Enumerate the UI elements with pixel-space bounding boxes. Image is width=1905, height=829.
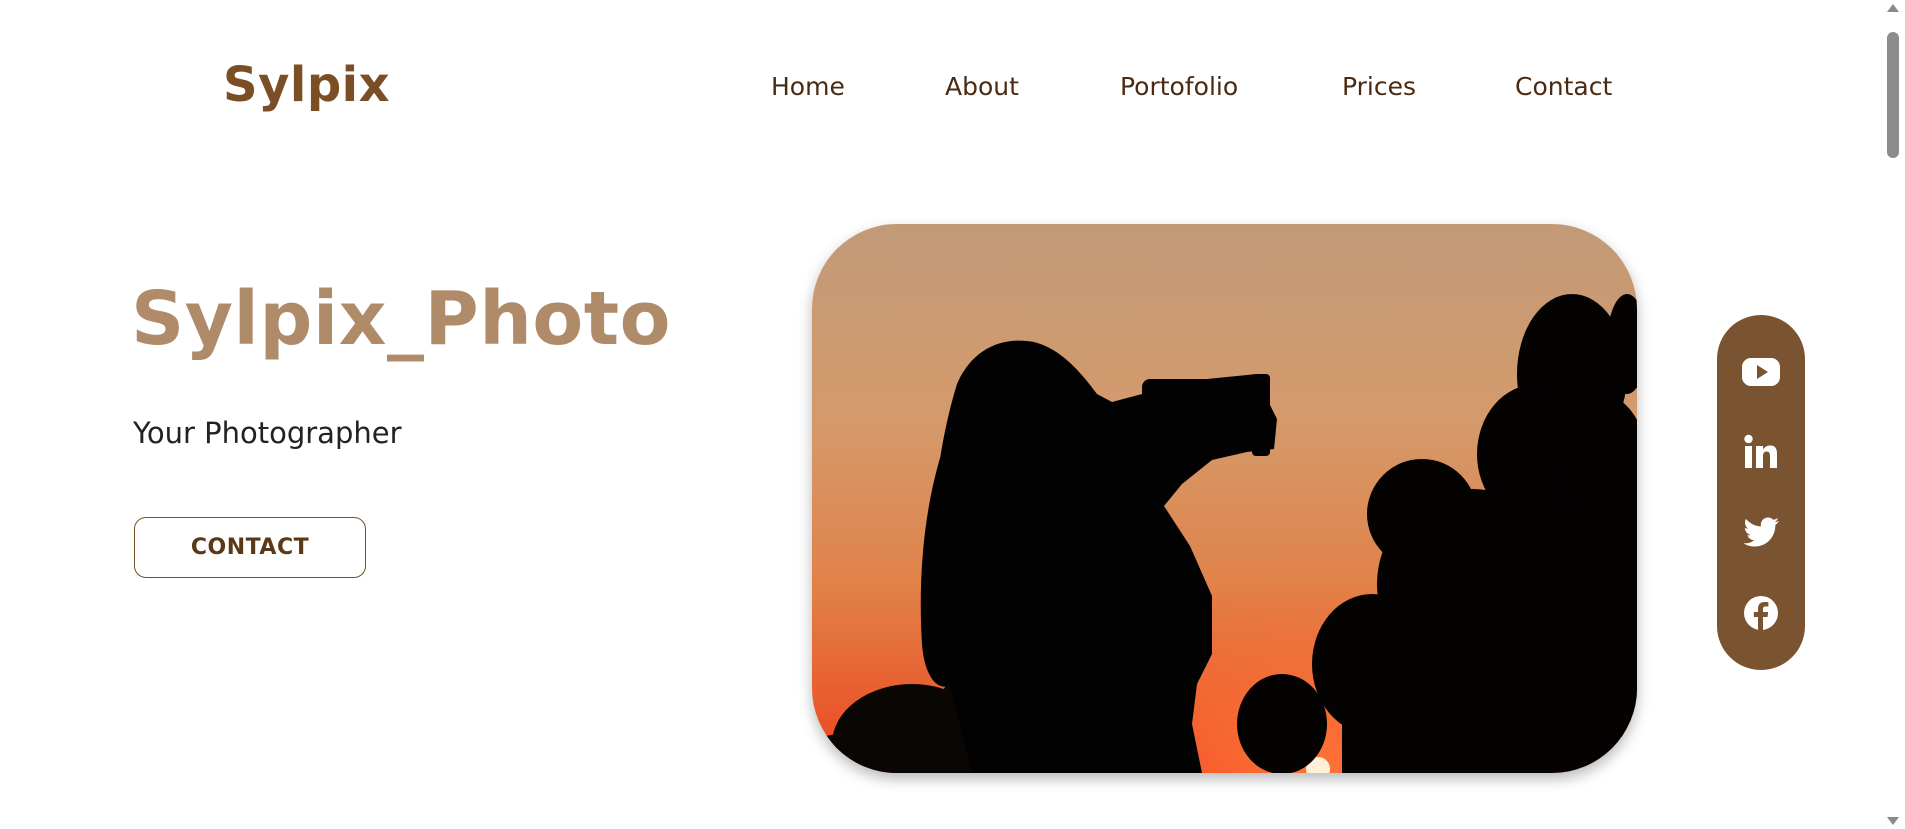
nav-item-about[interactable]: About (945, 72, 1019, 101)
social-bar (1717, 315, 1805, 670)
contact-button[interactable]: CONTACT (134, 517, 366, 578)
photographer-silhouette-image (812, 224, 1637, 773)
nav-item-portfolio[interactable]: Portofolio (1120, 72, 1238, 101)
scroll-down-arrow-icon[interactable] (1887, 817, 1899, 825)
hero-photo (812, 224, 1637, 773)
hero-title: Sylpix_Photo (131, 276, 671, 362)
nav-item-home[interactable]: Home (771, 72, 845, 101)
twitter-icon[interactable] (1741, 513, 1781, 553)
youtube-icon[interactable] (1741, 352, 1781, 392)
nav-item-contact[interactable]: Contact (1515, 72, 1612, 101)
page: Sylpix Home About Portofolio Prices Cont… (0, 0, 1905, 829)
linkedin-icon[interactable] (1741, 432, 1781, 472)
hero-subtitle: Your Photographer (133, 416, 402, 450)
main-nav: Home About Portofolio Prices Contact (0, 72, 1905, 104)
facebook-icon[interactable] (1741, 593, 1781, 633)
vertical-scrollbar[interactable] (1880, 0, 1905, 829)
nav-item-prices[interactable]: Prices (1342, 72, 1416, 101)
scroll-up-arrow-icon[interactable] (1887, 4, 1899, 12)
scrollbar-thumb[interactable] (1887, 32, 1899, 158)
